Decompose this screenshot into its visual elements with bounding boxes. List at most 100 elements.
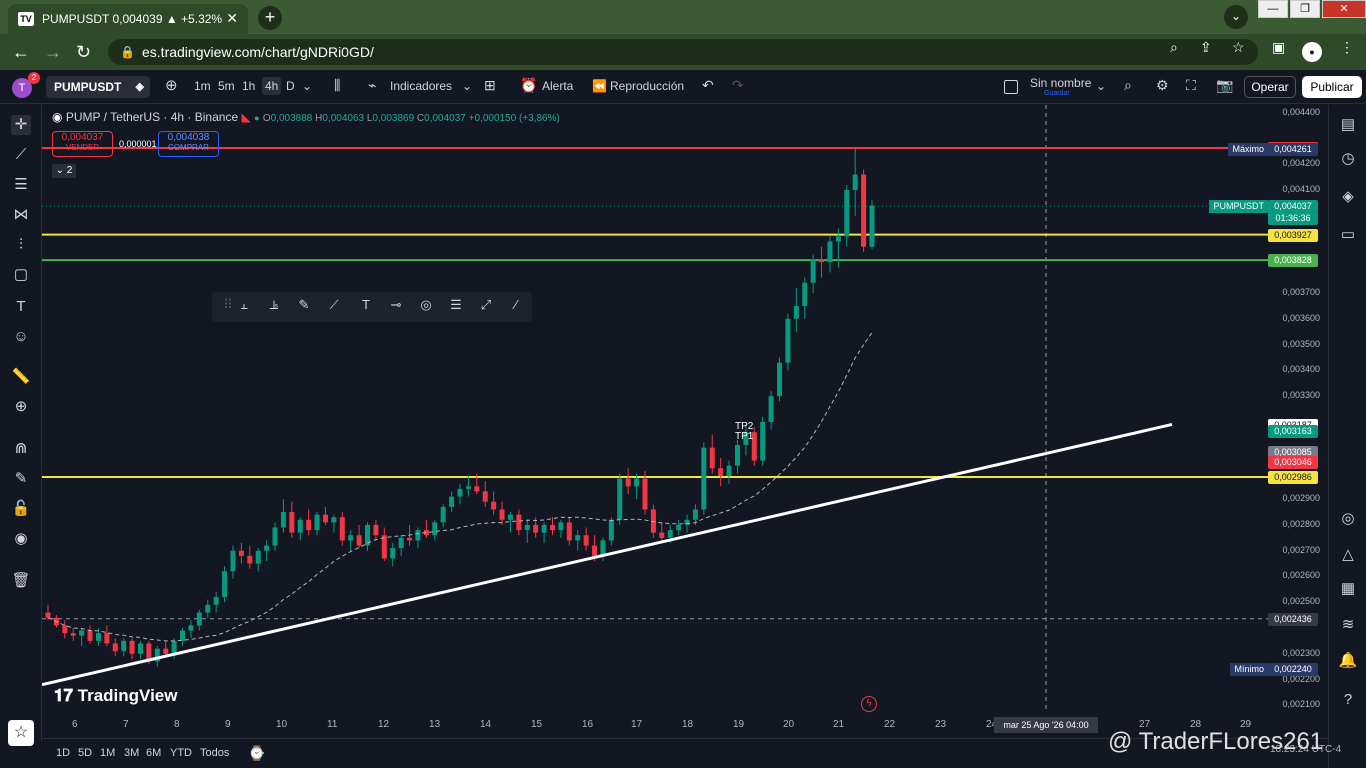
time-tick-label: 9	[225, 719, 231, 730]
emoji-tool-icon[interactable]: ☺	[11, 327, 31, 347]
buy-button[interactable]: 0,004038 COMPRAR	[158, 131, 219, 157]
timeframe-1m[interactable]: 1m	[194, 79, 211, 93]
range-5d[interactable]: 5D	[78, 747, 92, 759]
price-chart[interactable]: TP2TP1	[42, 105, 1268, 713]
snapshot-camera-icon[interactable]: 📷	[1216, 77, 1233, 94]
back-icon[interactable]: ←	[12, 42, 30, 63]
trash-icon[interactable]: 🗑	[11, 571, 31, 591]
indicators-button[interactable]: Indicadores	[390, 79, 452, 93]
stay-drawing-icon[interactable]: ✎	[11, 469, 31, 489]
short-position-icon[interactable]: ⫡	[264, 297, 284, 317]
help-icon[interactable]: ?	[1338, 691, 1358, 711]
forecast-tool-icon[interactable]: ⫶	[11, 235, 31, 255]
calendar-icon[interactable]: ▦	[1338, 579, 1358, 599]
crosshair-icon[interactable]: ✛	[11, 115, 31, 135]
indicators-collapse-button[interactable]: ⌄ 2	[52, 164, 76, 178]
layout-icon[interactable]	[1004, 80, 1018, 94]
range-1m[interactable]: 1M	[100, 747, 115, 759]
reload-icon[interactable]: ↻	[76, 42, 91, 63]
window-controls: — ❐ ✕	[1256, 0, 1366, 20]
publish-button[interactable]: Publicar	[1302, 76, 1362, 98]
bookmark-star-icon[interactable]: ☆	[1232, 39, 1245, 56]
range-ytd[interactable]: YTD	[170, 747, 192, 759]
lock-drawings-icon[interactable]: 🔓	[11, 499, 31, 519]
timeframe-5m[interactable]: 5m	[218, 79, 235, 93]
redo-icon[interactable]: ↷	[732, 77, 744, 94]
trendline-tool-icon[interactable]: ⟋	[11, 145, 31, 165]
forward-icon[interactable]: →	[44, 42, 62, 63]
browser-menu-icon[interactable]: ⋮	[1340, 39, 1354, 56]
timeframe-dropdown-icon[interactable]: ⌄	[302, 79, 312, 93]
indicators-dropdown-icon[interactable]: ⌄	[462, 79, 472, 93]
close-tab-icon[interactable]: ✕	[226, 10, 238, 27]
layout-name[interactable]: Sin nombre	[1030, 76, 1091, 90]
pattern-tool-icon[interactable]: ⋈	[11, 205, 31, 225]
line-icon[interactable]: ⁄	[506, 297, 526, 317]
new-tab-button[interactable]: +	[258, 6, 282, 30]
fib-tool-icon[interactable]: ☰	[11, 175, 31, 195]
close-window-button[interactable]: ✕	[1322, 0, 1366, 18]
candle-body	[213, 597, 219, 605]
share-icon[interactable]: ⇪	[1200, 39, 1212, 56]
sell-label: VENDER	[65, 143, 100, 152]
horizontal-ray-icon[interactable]: ⊸	[386, 297, 406, 317]
long-position-icon[interactable]: ⫠	[234, 297, 254, 317]
timeframe-d[interactable]: D	[286, 79, 295, 93]
shapes-tool-icon[interactable]: ▢	[11, 265, 31, 285]
hide-drawings-eye-icon[interactable]: ◉	[11, 529, 31, 549]
compare-add-icon[interactable]: ⊕	[165, 76, 178, 94]
sidepanel-icon[interactable]: ▣	[1272, 39, 1285, 56]
timeframe-4h[interactable]: 4h	[262, 77, 282, 95]
brush-icon[interactable]: ✎	[294, 297, 314, 317]
templates-icon[interactable]: ⊞	[484, 77, 496, 94]
tab-title: PUMPUSDT 0,004039 ▲ +5.32%	[42, 12, 223, 26]
symbol-search-button[interactable]: PUMPUSDT ◈	[46, 76, 150, 98]
url-input[interactable]: 🔒 es.tradingview.com/chart/gNDRi0GD/	[108, 39, 1258, 65]
ideas-icon[interactable]: △	[1338, 545, 1358, 565]
time-tick-label: 8	[174, 719, 180, 730]
events-lightning-icon[interactable]: ϟ	[861, 696, 877, 712]
layout-dropdown-icon[interactable]: ⌄	[1096, 79, 1106, 93]
profile-avatar[interactable]: ●	[1302, 42, 1322, 62]
watchlist-icon[interactable]: ▤	[1338, 115, 1358, 135]
tab-search-icon[interactable]: ⌄	[1224, 5, 1248, 29]
chat-icon[interactable]: ▭	[1338, 225, 1358, 245]
date-range-calendar-icon[interactable]: ⌚	[248, 745, 265, 762]
magnet-icon[interactable]: ⋒	[11, 439, 31, 459]
browser-tab[interactable]: TV PUMPUSDT 0,004039 ▲ +5.32% ✕	[8, 4, 248, 34]
zoom-icon[interactable]: ⌕	[1170, 39, 1178, 56]
alert-button[interactable]: Alerta	[542, 79, 573, 93]
streams-icon[interactable]: ≋	[1338, 615, 1358, 635]
sell-button[interactable]: 0,004037 VENDER	[52, 131, 113, 157]
text-icon[interactable]: T	[356, 297, 376, 317]
trend-ray-icon[interactable]: ⤢	[476, 297, 496, 317]
fullscreen-icon[interactable]: ⛶	[1186, 77, 1196, 94]
undo-icon[interactable]: ↶	[702, 77, 714, 94]
minimize-button[interactable]: —	[1258, 0, 1288, 18]
range-3m[interactable]: 3M	[124, 747, 139, 759]
quick-search-icon[interactable]: ⌕	[1124, 77, 1132, 94]
alerts-clock-icon[interactable]: ◷	[1338, 149, 1358, 169]
maximize-button[interactable]: ❐	[1290, 0, 1320, 18]
parallel-channel-icon[interactable]: ☰	[446, 297, 466, 317]
trade-button[interactable]: Operar	[1244, 76, 1296, 98]
target-icon[interactable]: ◎	[1338, 509, 1358, 529]
range-1d[interactable]: 1D	[56, 747, 70, 759]
legend-title[interactable]: PUMP / TetherUS · 4h · Binance	[66, 110, 238, 124]
replay-button[interactable]: Reproducción	[610, 79, 684, 93]
notifications-bell-icon[interactable]: 🔔	[1338, 651, 1358, 671]
candle-type-icon[interactable]: ⫼	[334, 77, 340, 94]
text-tool-icon[interactable]: T	[11, 297, 31, 317]
zoom-in-icon[interactable]: ⊕	[11, 397, 31, 417]
timeframe-1h[interactable]: 1h	[242, 79, 255, 93]
ruler-icon[interactable]: 📏	[11, 367, 31, 387]
layers-icon[interactable]: ◈	[1338, 187, 1358, 207]
range-todos[interactable]: Todos	[200, 747, 229, 759]
path-icon[interactable]: ⟋	[324, 297, 344, 317]
settings-gear-icon[interactable]: ⚙	[1156, 77, 1169, 94]
circle-icon[interactable]: ◎	[416, 297, 436, 317]
left-drawing-toolbar: ✛ ⟋ ☰ ⋈ ⫶ ▢ T ☺ 📏 ⊕ ⋒ ✎ 🔓 ◉ 🗑	[0, 105, 42, 741]
layout-save-label[interactable]: Guardar	[1044, 90, 1070, 97]
range-6m[interactable]: 6M	[146, 747, 161, 759]
favorites-star-icon[interactable]: ☆	[8, 720, 34, 746]
